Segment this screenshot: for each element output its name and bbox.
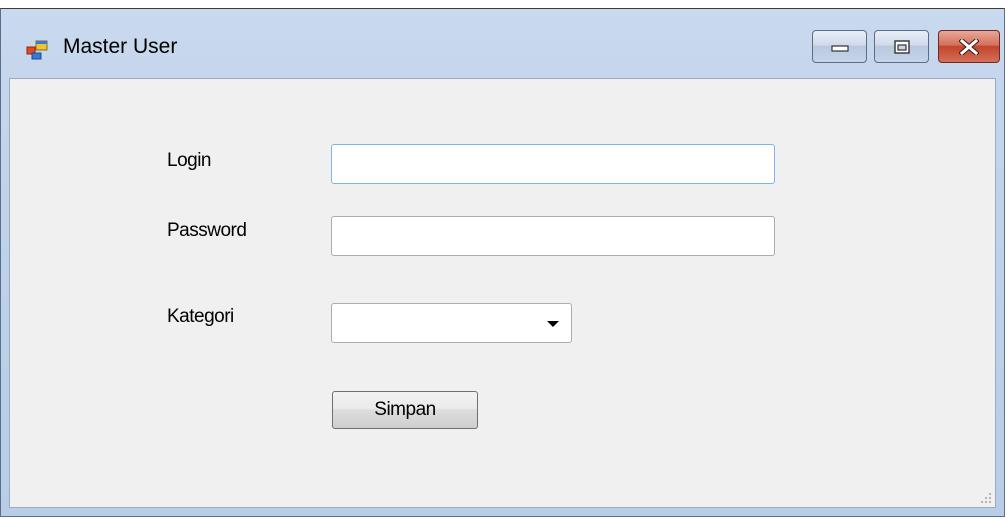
- close-icon: [959, 38, 979, 55]
- minimize-button[interactable]: [812, 30, 867, 63]
- login-input[interactable]: [331, 144, 775, 184]
- close-button[interactable]: [938, 30, 1000, 63]
- kategori-dropdown[interactable]: [331, 303, 572, 343]
- password-input[interactable]: [331, 216, 775, 256]
- title-bar[interactable]: Master User: [1, 9, 1004, 79]
- form-window-icon: [26, 40, 48, 60]
- window-title: Master User: [63, 35, 178, 58]
- resize-grip-icon[interactable]: [979, 491, 993, 505]
- maximize-button[interactable]: [874, 30, 929, 63]
- maximize-icon: [893, 39, 910, 54]
- kategori-label: Kategori: [167, 306, 234, 327]
- minimize-icon: [830, 44, 849, 52]
- login-label: Login: [167, 150, 212, 171]
- master-user-window: Master User Login Password Kategori Simp…: [0, 8, 1005, 517]
- simpan-button[interactable]: Simpan: [332, 391, 478, 429]
- password-label: Password: [167, 220, 247, 241]
- chevron-down-icon[interactable]: [547, 321, 559, 327]
- form-client-area: Login Password Kategori Simpan: [9, 78, 996, 508]
